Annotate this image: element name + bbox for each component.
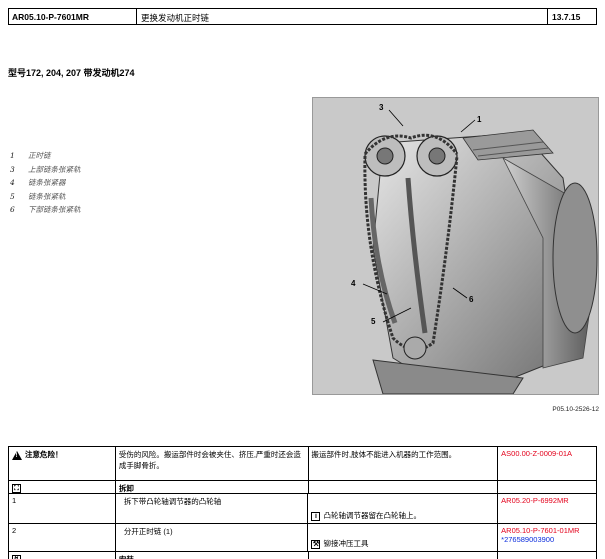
model-subtitle: 型号172, 204, 207 带发动机274 (8, 68, 135, 78)
info-icon: i (311, 511, 321, 521)
empty-cell (498, 481, 598, 493)
figure-caption: P05.10-2526-12 (552, 406, 599, 413)
legend-label: 链条张紧器 (28, 178, 66, 188)
doc-link[interactable]: AS00.00-Z-0009-01A (498, 447, 598, 480)
procedure-table: ! 注意危险！ 受伤的风险。搬运部件时会被夹住、挤压,严重时还会造成手脚骨折。 搬… (8, 446, 598, 559)
empty-cell (309, 481, 499, 493)
step-text: 拆下带凸轮轴调节器的凸轮轴 (116, 494, 309, 523)
callout-3: 3 (379, 103, 384, 112)
doc-link[interactable]: AR05.20-P-6992MR (498, 494, 597, 523)
legend-item: 6 下部链条张紧轨 (10, 203, 81, 217)
callout-5: 5 (371, 317, 376, 326)
callout-1: 1 (477, 115, 482, 124)
section-title-installation: 安装 (116, 552, 309, 559)
table-row: 1 拆下带凸轮轴调节器的凸轮轴 i 凸轮轴调节器留在凸轮轴上。 AR05.20-P… (8, 494, 597, 524)
table-row: 2 分开正时链 (1) ⚒ 铆接冲压工具 AR05.10-P-7601-01MR … (8, 524, 597, 552)
callout-6: 6 (469, 295, 474, 304)
doc-date: 13.7.15 (552, 12, 581, 22)
legend-number: 6 (10, 205, 15, 215)
table-row: ⛶ 拆卸 (8, 481, 598, 494)
risk-text: 受伤的风险。搬运部件时会被夹住、挤压,严重时还会造成手脚骨折。 (116, 447, 309, 480)
legend-number: 5 (10, 191, 15, 201)
measure-text: 搬运部件时,肢体不能进入机器的工作范围。 (309, 447, 499, 480)
empty-cell (309, 552, 499, 559)
legend-item: 1 正时链 (10, 149, 81, 163)
step-number: 2 (9, 524, 116, 551)
installation-icon: ↯ (12, 554, 21, 559)
tool-part-number-link[interactable]: *276589003900 (501, 535, 593, 544)
legend-label: 上部链条张紧轨 (28, 164, 81, 174)
step-number: 1 (9, 494, 116, 523)
doc-link-cell: AR05.10-P-7601-01MR *276589003900 (498, 524, 597, 551)
legend-label: 链条张紧轨 (28, 191, 66, 201)
section-title-removal: 拆卸 (116, 481, 309, 493)
legend-item: 4 链条张紧器 (10, 176, 81, 190)
empty-cell (498, 552, 598, 559)
legend-item: 5 链条张紧轨 (10, 190, 81, 204)
doc-link[interactable]: AR05.10-P-7601-01MR (501, 526, 593, 535)
legend-label: 正时链 (28, 151, 51, 161)
note-cell: i 凸轮轴调节器留在凸轮轴上。 (308, 494, 499, 523)
section-icon-cell: ⛶ (9, 481, 116, 493)
doc-id: AR05.10-P-7601MR (9, 9, 137, 24)
document-header: AR05.10-P-7601MR 更换发动机正时链 13.7.15 (8, 8, 597, 25)
legend: 1 正时链 3 上部链条张紧轨 4 链条张紧器 5 链条张紧轨 6 下部链条张紧… (10, 149, 81, 217)
tool-cell: ⚒ 铆接冲压工具 (308, 524, 499, 551)
legend-number: 3 (10, 164, 15, 174)
engine-figure: 3 1 4 5 6 (312, 97, 599, 395)
legend-label: 下部链条张紧轨 (28, 205, 81, 215)
legend-number: 4 (10, 178, 15, 188)
note-text: 凸轮轴调节器留在凸轮轴上。 (323, 511, 421, 520)
section-icon-cell: ↯ (9, 552, 116, 559)
table-row: ! 注意危险！ 受伤的风险。搬运部件时会被夹住、挤压,严重时还会造成手脚骨折。 搬… (8, 447, 598, 481)
warning-cell: ! 注意危险！ (9, 447, 116, 480)
warning-label: 注意危险！ (25, 450, 63, 459)
legend-item: 3 上部链条张紧轨 (10, 163, 81, 177)
engine-illustration: 3 1 4 5 6 (351, 103, 598, 394)
removal-icon: ⛶ (12, 483, 21, 493)
table-row: ↯ 安装 (8, 552, 598, 559)
warning-icon: ! (12, 450, 22, 460)
callout-4: 4 (351, 279, 356, 288)
tool-icon: ⚒ (311, 539, 321, 549)
step-text: 分开正时链 (1) (116, 524, 309, 551)
legend-number: 1 (10, 151, 15, 161)
tool-text: 铆接冲压工具 (323, 539, 369, 548)
doc-title: 更换发动机正时链 (137, 9, 548, 24)
